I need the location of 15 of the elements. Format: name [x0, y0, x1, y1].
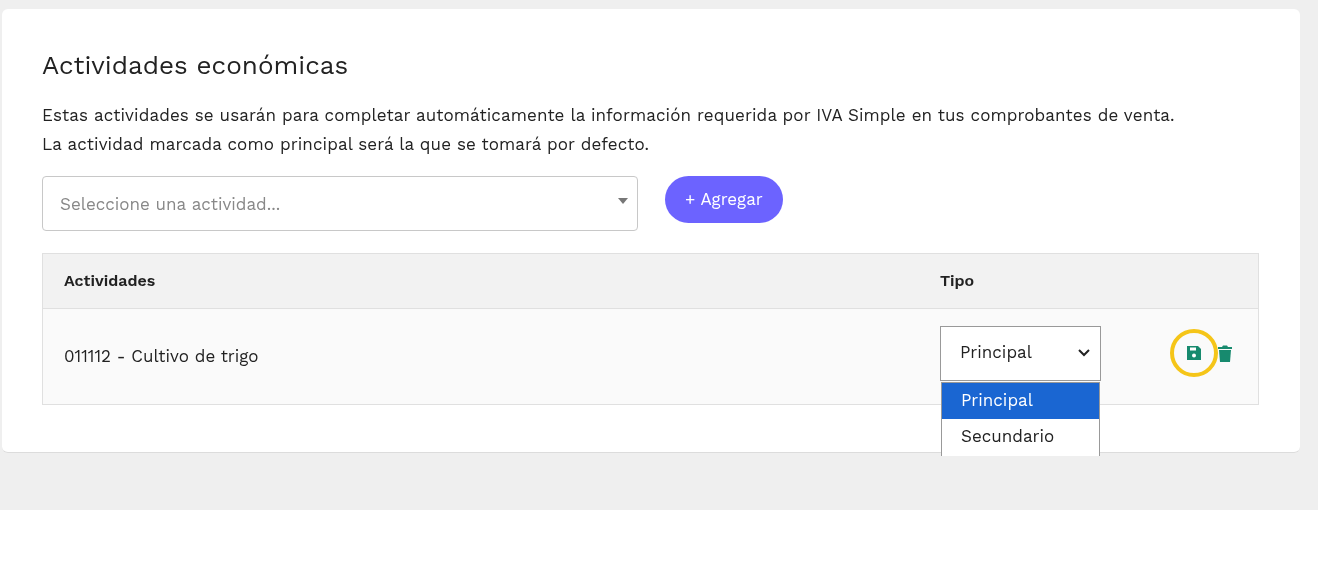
save-button[interactable]	[1170, 329, 1218, 377]
column-header: Actividades	[63, 270, 157, 292]
trash-icon[interactable]	[1218, 344, 1232, 362]
chevron-icon	[1078, 349, 1090, 357]
description: Estas actividades se usarán para completar automáticamente la información requerida por IVA Simple en tus comprobantes de venta. La actividad marcada como principal será la que se tomará por defecto.	[42, 104, 1176, 156]
dropdown-option[interactable]: Secundario	[942, 418, 1099, 455]
table-cell-text: 011112 - Cultivo de trigo	[63, 344, 260, 368]
type-select[interactable]: Principal	[940, 325, 1101, 381]
activity-select[interactable]: Seleccione una actividad...	[42, 176, 638, 231]
add-button[interactable]: + Agregar	[665, 176, 783, 223]
dropdown-option[interactable]: Principal	[942, 382, 1099, 419]
column-header: Tipo	[940, 270, 975, 292]
save-icon	[1186, 345, 1202, 361]
caret-icon	[618, 198, 628, 204]
section-title: Actividades económicas	[42, 49, 350, 82]
